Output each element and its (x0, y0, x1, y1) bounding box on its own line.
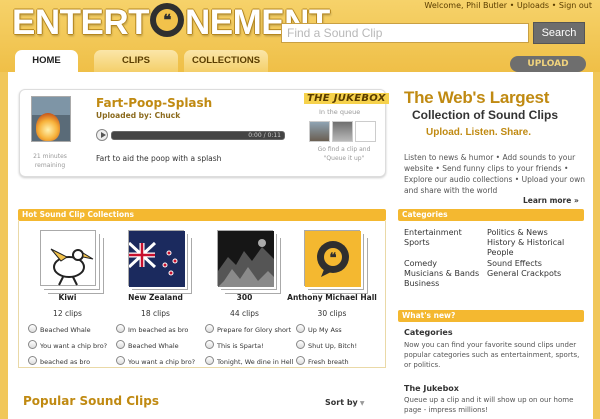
popular-clips-title: Popular Sound Clips (23, 394, 159, 408)
search-input[interactable] (281, 23, 529, 43)
collection-art-anthony-michael-hall[interactable]: ❝ (304, 230, 361, 287)
clip-link[interactable]: You want a chip bro? (116, 356, 195, 366)
promo-headline: The Web's Largest (404, 88, 550, 107)
nz-flag-icon (127, 231, 185, 287)
category-link[interactable]: Business (404, 279, 439, 290)
queue-slot[interactable] (309, 121, 330, 142)
category-link[interactable]: Entertainment (404, 228, 462, 239)
collection-count: 44 clips (230, 309, 259, 318)
collection-count: 30 clips (317, 309, 347, 318)
upload-button[interactable]: UPLOAD (510, 56, 586, 72)
collection-name[interactable]: Anthony Michael Hall (287, 293, 377, 302)
uploaded-by: Uploaded by: Chuck (96, 111, 181, 120)
svg-text:❝: ❝ (330, 251, 337, 266)
progress-bar[interactable]: 0:00 / 0:11 (111, 131, 285, 140)
tab-collections[interactable]: COLLECTIONS (184, 50, 268, 72)
search-button[interactable]: Search (533, 22, 585, 44)
categories-header: Categories (398, 209, 584, 221)
clip-link[interactable]: Up My Ass (296, 324, 342, 334)
spartan-warriors-icon (217, 231, 274, 287)
clip-link[interactable]: Fresh breath (296, 356, 349, 366)
clip-thumbnail[interactable] (31, 96, 71, 142)
clip-link[interactable]: Beached Whale (116, 340, 179, 350)
whats-new-text-jukebox: Queue up a clip and it will show up on o… (404, 396, 574, 414)
collection-art-kiwi[interactable] (39, 230, 96, 286)
collection-art-300[interactable] (216, 230, 274, 287)
clip-title[interactable]: Fart-Poop-Splash (96, 96, 212, 110)
queue-label: In the queue (319, 108, 361, 116)
collection-art-new-zealand[interactable] (127, 230, 185, 287)
clip-link[interactable]: Prepare for Glory short (205, 324, 291, 334)
collection-name[interactable]: 300 (207, 293, 282, 302)
whats-new-heading-jukebox: The Jukebox (404, 384, 459, 393)
clip-link[interactable]: Shut Up, Bitch! (296, 340, 357, 350)
collection-name[interactable]: Kiwi (30, 293, 105, 302)
promo-tagline: Upload. Listen. Share. (426, 127, 532, 138)
clip-description: Fart to aid the poop with a splash (96, 154, 222, 163)
collection-card[interactable]: New Zealand 18 clips (118, 230, 193, 318)
queue-slot[interactable] (332, 121, 353, 142)
hot-collections-header: Hot Sound Clip Collections (18, 209, 386, 221)
category-link[interactable]: Sports (404, 238, 430, 249)
tab-clips[interactable]: CLIPS (94, 50, 178, 72)
time-display: 0:00 / 0:11 (248, 132, 281, 139)
promo-text: Listen to news & humor • Add sounds to y… (404, 153, 585, 195)
category-link[interactable]: Musicians & Bands (404, 269, 479, 280)
jukebox-title: THE JUKEBOX (304, 93, 389, 104)
category-link[interactable]: Comedy (404, 259, 437, 270)
clip-link[interactable]: beached as bro (28, 356, 90, 366)
category-link[interactable]: Politics & News (487, 228, 548, 239)
whats-new-text-categories: Now you can find your favorite sound cli… (404, 341, 580, 369)
collection-name[interactable]: New Zealand (118, 293, 193, 302)
clip-link[interactable]: Beached Whale (28, 324, 91, 334)
collection-card[interactable]: 300 44 clips (207, 230, 282, 318)
whats-new-heading-categories: Categories (404, 328, 453, 337)
clip-link[interactable]: Tonight, We dine in Hell (205, 356, 293, 366)
time-ago: 21 minutes remaining (33, 153, 67, 169)
logo-quote-icon: ❝ (150, 3, 184, 37)
promo-subheadline: Collection of Sound Clips (412, 108, 558, 122)
sort-by-dropdown[interactable]: Sort by (325, 398, 364, 407)
clip-link[interactable]: You want a chip bro? (28, 340, 107, 350)
clip-link[interactable]: Im beached as bro (116, 324, 188, 334)
category-link[interactable]: General Crackpots (487, 269, 561, 280)
category-link[interactable]: History & Historical (487, 238, 564, 249)
collection-card[interactable]: Kiwi 12 clips (30, 230, 105, 318)
collection-card[interactable]: ❝ Anthony Michael Hall 30 clips (287, 230, 377, 318)
category-link[interactable]: People (487, 248, 514, 259)
user-links[interactable]: Welcome, Phil Butler • Uploads • Sign ou… (424, 1, 592, 10)
tab-home[interactable]: HOME (15, 50, 78, 73)
kiwi-bird-icon (50, 248, 93, 286)
quote-bubble-icon: ❝ (305, 231, 361, 287)
jukebox-hint: Go find a clip and "Queue it up" (317, 146, 371, 162)
uploader-link[interactable]: Chuck (155, 111, 181, 120)
header: ENTERT ❝ NEMENT Welcome, Phil Butler • Upl… (0, 0, 600, 73)
category-link[interactable]: Sound Effects (487, 259, 542, 270)
clip-link[interactable]: This is Sparta! (205, 340, 264, 350)
play-button[interactable] (96, 129, 108, 141)
collection-count: 18 clips (141, 309, 170, 318)
queue-slot[interactable] (355, 121, 376, 142)
whats-new-header: What's new? (398, 310, 584, 322)
learn-more-link[interactable]: Learn more » (523, 196, 579, 205)
collection-count: 12 clips (53, 309, 82, 318)
